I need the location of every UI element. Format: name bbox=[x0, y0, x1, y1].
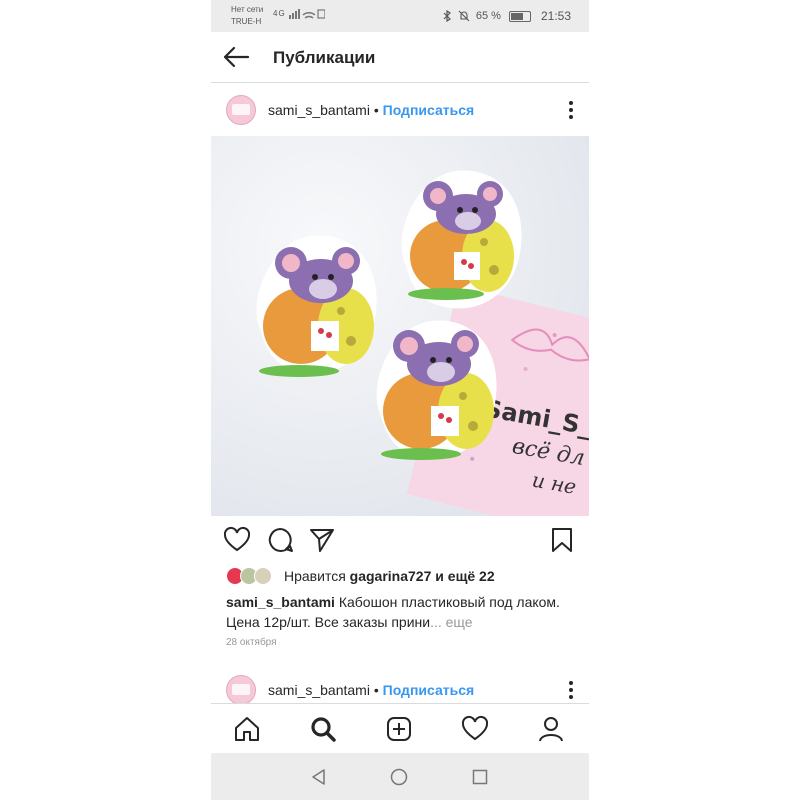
post-date: 28 октября bbox=[226, 637, 277, 648]
carrier-line2: TRUE-H bbox=[231, 17, 262, 26]
status-bar: Нет сети TRUE-H 4G 65 % 21:53 bbox=[211, 0, 589, 32]
profile-icon[interactable] bbox=[537, 715, 565, 743]
home-icon[interactable] bbox=[233, 715, 261, 743]
clock: 21:53 bbox=[540, 9, 571, 23]
photo-illustration: Sami_S_ всё дл и не bbox=[211, 136, 589, 516]
bell-off-icon bbox=[458, 10, 470, 22]
liked-by-more-link[interactable]: и ещё 22 bbox=[435, 568, 494, 584]
battery-percent: 65 % bbox=[475, 10, 501, 22]
post-user-line: sami_s_bantami • Подписаться bbox=[268, 102, 474, 118]
system-home-icon[interactable] bbox=[389, 767, 409, 787]
avatar[interactable] bbox=[226, 95, 256, 125]
signal-icons: 4G bbox=[273, 9, 326, 19]
bookmark-icon[interactable] bbox=[548, 526, 576, 554]
caption-more-link[interactable]: ... еще bbox=[430, 614, 473, 630]
separator-dot: • bbox=[373, 682, 379, 698]
username-link[interactable]: sami_s_bantami bbox=[268, 102, 370, 118]
follow-button[interactable]: Подписаться bbox=[383, 102, 475, 118]
liker-avatar bbox=[254, 567, 272, 585]
carrier-line1: Нет сети bbox=[231, 5, 264, 14]
battery-icon bbox=[508, 10, 531, 22]
separator-dot: • bbox=[373, 102, 379, 118]
status-right: 65 % 21:53 bbox=[442, 9, 571, 23]
comment-icon[interactable] bbox=[266, 526, 294, 554]
post-caption: sami_s_bantami Кабошон пластиковый под л… bbox=[226, 592, 566, 632]
system-back-icon[interactable] bbox=[309, 767, 329, 787]
back-arrow-icon[interactable] bbox=[221, 42, 251, 72]
liked-by-user-link[interactable]: gagarina727 bbox=[350, 568, 432, 584]
phone-screen: Нет сети TRUE-H 4G 65 % 21:53 Публикации… bbox=[211, 0, 589, 800]
system-recents-icon[interactable] bbox=[470, 767, 490, 787]
post-photo[interactable]: Sami_S_ всё дл и не bbox=[211, 136, 589, 516]
page-title: Публикации bbox=[273, 48, 376, 67]
carrier-info: Нет сети TRUE-H bbox=[231, 4, 263, 28]
next-post-user-line: sami_s_bantami • Подписаться bbox=[268, 682, 474, 698]
post-header: sami_s_bantami • Подписаться bbox=[211, 84, 589, 136]
more-options-icon[interactable] bbox=[569, 681, 573, 702]
share-send-icon[interactable] bbox=[308, 526, 336, 554]
more-options-icon[interactable] bbox=[569, 101, 573, 122]
likes-line: Нравится gagarina727 и ещё 22 bbox=[226, 566, 495, 586]
activity-heart-icon[interactable] bbox=[461, 715, 489, 743]
caption-username-link[interactable]: sami_s_bantami bbox=[226, 594, 335, 610]
bluetooth-icon bbox=[443, 10, 451, 22]
bottom-nav bbox=[211, 703, 589, 754]
avatar[interactable] bbox=[226, 675, 256, 705]
network-type: 4G bbox=[273, 9, 286, 19]
username-link[interactable]: sami_s_bantami bbox=[268, 682, 370, 698]
signal-icon bbox=[288, 9, 326, 19]
system-nav-bar bbox=[211, 753, 589, 800]
post-actions bbox=[211, 522, 589, 558]
top-bar: Публикации bbox=[211, 32, 589, 83]
liker-avatars bbox=[226, 567, 276, 585]
search-icon[interactable] bbox=[309, 715, 337, 743]
likes-prefix: Нравится bbox=[284, 568, 346, 584]
new-post-icon[interactable] bbox=[385, 715, 413, 743]
follow-button[interactable]: Подписаться bbox=[383, 682, 475, 698]
like-heart-icon[interactable] bbox=[223, 526, 251, 554]
